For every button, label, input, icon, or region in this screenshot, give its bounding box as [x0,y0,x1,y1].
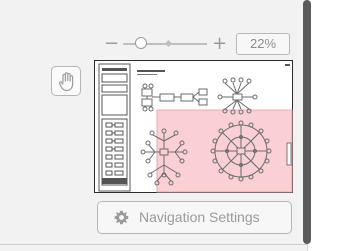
zoom-slider-thumb[interactable] [135,37,147,49]
gear-icon [114,210,129,225]
navigation-settings-button[interactable]: Navigation Settings [97,201,292,234]
panel-bottom-divider [0,244,307,245]
hand-pan-icon [58,72,74,92]
navigation-settings-label: Navigation Settings [139,209,260,225]
minimap-diagram [98,63,293,193]
hand-pan-button[interactable] [51,66,81,96]
zoom-slider-tick [164,39,173,48]
zoom-percentage-field[interactable]: 22% [236,33,290,55]
navigator-panel: − + 22% Navigation Settings [0,0,308,251]
diagram-minimap[interactable] [94,60,293,193]
zoom-in-button[interactable]: + [212,33,227,55]
vertical-scrollbar[interactable] [303,0,311,244]
zoom-out-button[interactable]: − [104,33,119,55]
zoom-controls: − + 22% [104,33,294,55]
